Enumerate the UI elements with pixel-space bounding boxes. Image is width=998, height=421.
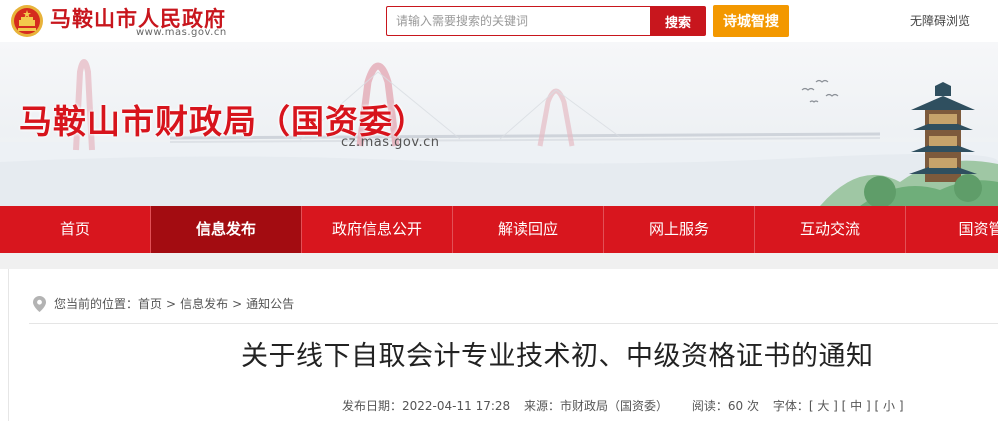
location-pin-icon [33, 295, 46, 312]
font-size-label: 字体： [772, 399, 809, 413]
search-input[interactable] [386, 6, 650, 36]
nav-item-home[interactable]: 首页 [0, 206, 150, 253]
nav-item-interaction[interactable]: 互动交流 [755, 206, 905, 253]
content-gap [0, 253, 998, 269]
breadcrumb-divider [29, 323, 998, 324]
nav-item-online-services[interactable]: 网上服务 [604, 206, 754, 253]
article-meta: 发布日期：2022-04-11 17:28 来源：市财政局（国资委） 阅读：60… [342, 399, 904, 413]
article-source: 市财政局（国资委） [560, 399, 669, 413]
banner: 马鞍山市财政局（国资委） cz.mas.gov.cn [0, 42, 998, 206]
font-size-medium[interactable]: 中 [850, 399, 862, 413]
accessibility-link[interactable]: 无障碍浏览 [910, 12, 970, 29]
views-label: 阅读： [691, 399, 728, 413]
search-button[interactable]: 搜索 [650, 6, 706, 36]
breadcrumb-home[interactable]: 首页 [138, 295, 162, 312]
department-url: cz.mas.gov.cn [341, 135, 440, 150]
breadcrumb-info-release[interactable]: 信息发布 [180, 295, 228, 312]
article-title: 关于线下自取会计专业技术初、中级资格证书的通知 [241, 341, 874, 372]
top-bar: 马鞍山市人民政府 www.mas.gov.cn 搜索 诗城智搜 无障碍浏览 [0, 0, 998, 42]
views-unit: 次 [746, 399, 759, 413]
main-nav: 首页 信息发布 政府信息公开 解读回应 网上服务 互动交流 国资管 [0, 206, 998, 253]
site-url: www.mas.gov.cn [136, 27, 227, 38]
view-count: 60 [727, 399, 744, 413]
date-label: 发布日期： [342, 399, 403, 413]
publish-date: 2022-04-11 17:28 [402, 399, 511, 413]
poem-search-button[interactable]: 诗城智搜 [713, 5, 789, 37]
source-label: 来源： [523, 399, 560, 413]
nav-item-info-release[interactable]: 信息发布 [151, 206, 301, 253]
font-size-large[interactable]: 大 [817, 399, 829, 413]
nav-item-state-assets[interactable]: 国资管 [906, 206, 998, 253]
breadcrumb-notices[interactable]: 通知公告 [246, 295, 294, 312]
font-size-small[interactable]: 小 [883, 399, 895, 413]
nav-item-interpretation[interactable]: 解读回应 [453, 206, 603, 253]
breadcrumb: 您当前的位置： 首页 > 信息发布 > 通知公告 [33, 295, 294, 312]
breadcrumb-prefix: 您当前的位置： [54, 297, 139, 311]
national-emblem-icon [11, 5, 43, 37]
breadcrumb-separator: > [232, 296, 243, 311]
nav-item-gov-info-disclosure[interactable]: 政府信息公开 [302, 206, 452, 253]
breadcrumb-separator: > [166, 296, 177, 311]
article-panel: 您当前的位置： 首页 > 信息发布 > 通知公告 关于线下自取会计专业技术初、中… [8, 269, 998, 421]
